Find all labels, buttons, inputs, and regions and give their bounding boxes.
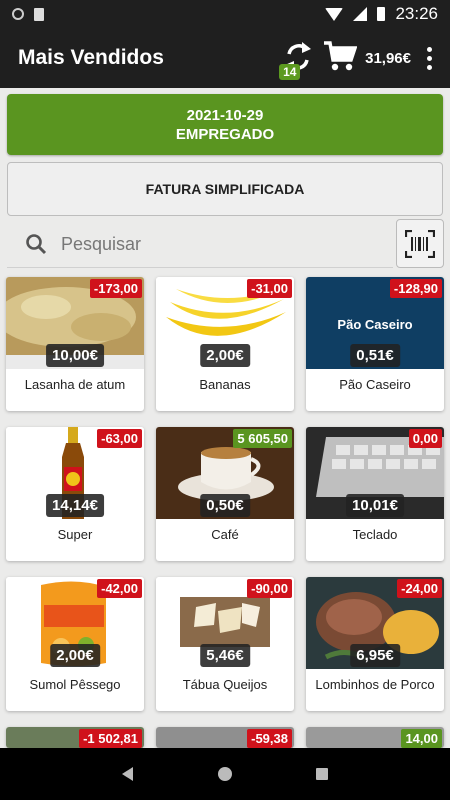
product-card[interactable]: -173,00 10,00€ Lasanha de atum <box>6 277 144 411</box>
product-card[interactable]: 14,00 <box>306 727 444 748</box>
product-card[interactable]: 0,00 10,01€ Teclado <box>306 427 444 561</box>
product-name: Sumol Pêssego <box>29 677 121 692</box>
barcode-scan-button[interactable] <box>396 219 444 268</box>
product-card[interactable]: Pão Caseiro -128,90 0,51€ Pão Caseiro <box>306 277 444 411</box>
stock-badge: -90,00 <box>247 579 292 598</box>
product-price: 0,50€ <box>200 494 250 517</box>
status-bar: 23:26 <box>0 0 450 28</box>
product-name: Super <box>57 527 93 542</box>
invoice-type-button[interactable]: FATURA SIMPLIFICADA <box>7 162 443 216</box>
home-icon[interactable] <box>216 765 234 783</box>
status-time: 23:26 <box>395 4 438 23</box>
battery-icon <box>377 7 386 21</box>
stock-badge: 5 605,50 <box>233 429 292 448</box>
barcode-icon <box>405 229 435 258</box>
stock-badge: -173,00 <box>89 279 142 298</box>
date-role-button[interactable]: 2021-10-29 EMPREGADO <box>7 94 443 155</box>
cart-button[interactable] <box>323 40 358 77</box>
stock-badge: -128,90 <box>389 279 442 298</box>
product-name: Tábua Queijos <box>182 677 268 692</box>
product-price: 2,00€ <box>200 344 250 367</box>
product-card[interactable]: 5 605,50 0,50€ Café <box>156 427 294 561</box>
stock-badge: -1 502,81 <box>79 729 142 748</box>
stock-badge: -59,38 <box>247 729 292 748</box>
product-price: 2,00€ <box>50 644 100 667</box>
product-card[interactable]: -63,00 14,14€ Super <box>6 427 144 561</box>
wifi-icon <box>325 7 344 21</box>
more-menu-icon[interactable] <box>421 43 438 74</box>
cart-icon <box>324 40 358 70</box>
product-name: Bananas <box>199 377 251 392</box>
product-price: 10,00€ <box>46 344 104 367</box>
product-name: Pão Caseiro <box>339 377 411 392</box>
product-price: 6,95€ <box>350 644 400 667</box>
product-price: 14,14€ <box>46 494 104 517</box>
product-card[interactable]: -1 502,81 <box>6 727 144 748</box>
product-card[interactable]: -24,00 6,95€ Lombinhos de Porco <box>306 577 444 711</box>
product-image-label: Pão Caseiro <box>337 317 413 332</box>
page-title: Mais Vendidos <box>18 46 164 69</box>
system-navigation-bar <box>0 748 450 800</box>
session-date: 2021-10-29 <box>186 106 264 124</box>
sync-button[interactable]: 14 <box>279 38 317 80</box>
product-name: Teclado <box>352 527 398 542</box>
search-icon <box>26 234 47 255</box>
recents-icon[interactable] <box>313 765 331 783</box>
product-name: Lombinhos de Porco <box>315 677 435 692</box>
product-card[interactable]: -59,38 <box>156 727 294 748</box>
app-bar: Mais Vendidos 14 31,96€ <box>0 28 450 88</box>
notification-icon <box>12 8 24 20</box>
session-role: EMPREGADO <box>175 125 275 143</box>
product-card[interactable]: -31,00 2,00€ Bananas <box>156 277 294 411</box>
stock-badge: -63,00 <box>97 429 142 448</box>
search-bar <box>25 224 387 264</box>
stock-badge: -31,00 <box>247 279 292 298</box>
product-price: 0,51€ <box>350 344 400 367</box>
product-name: Café <box>211 527 239 542</box>
sync-count-badge: 14 <box>279 64 301 80</box>
cart-total[interactable]: 31,96€ <box>365 50 411 67</box>
stock-badge: 14,00 <box>401 729 442 748</box>
search-input[interactable] <box>61 233 361 255</box>
stock-badge: -24,00 <box>397 579 442 598</box>
product-price: 10,01€ <box>346 494 404 517</box>
back-icon[interactable] <box>119 765 137 783</box>
sd-card-icon <box>34 7 44 21</box>
product-name: Lasanha de atum <box>24 377 126 392</box>
stock-badge: -42,00 <box>97 579 142 598</box>
signal-icon <box>353 7 368 21</box>
product-card[interactable]: -42,00 2,00€ Sumol Pêssego <box>6 577 144 711</box>
product-price: 5,46€ <box>200 644 250 667</box>
stock-badge: 0,00 <box>408 429 442 448</box>
search-underline <box>7 267 393 268</box>
product-card[interactable]: -90,00 5,46€ Tábua Queijos <box>156 577 294 711</box>
